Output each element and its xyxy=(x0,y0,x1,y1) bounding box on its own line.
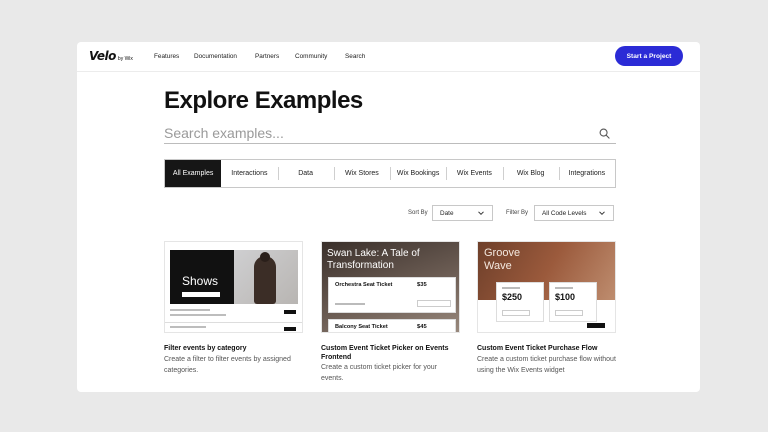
search-bar xyxy=(164,122,616,144)
start-project-button[interactable]: Start a Project xyxy=(615,46,683,66)
card-thumbnail[interactable]: Shows xyxy=(164,241,303,333)
tab-data[interactable]: Data xyxy=(277,160,334,187)
ticket-price-box: $100 xyxy=(549,282,597,322)
ticket-price: $45 xyxy=(417,324,427,330)
thumb-event-title: Swan Lake: A Tale of Transformation xyxy=(327,248,420,271)
search-icon[interactable] xyxy=(599,128,610,139)
card-title[interactable]: Custom Event Ticket Purchase Flow xyxy=(477,344,616,353)
ticket-name: Balcony Seat Ticket xyxy=(335,324,388,330)
thumb-divider xyxy=(165,322,302,323)
thumb-event-title: Groove Wave xyxy=(484,247,521,272)
chevron-down-icon xyxy=(599,211,605,216)
tab-all-examples[interactable]: All Examples xyxy=(165,160,222,187)
browser-window: Velo by Wix Features Documentation Partn… xyxy=(77,42,700,392)
thumb-banner: Shows xyxy=(170,250,234,304)
search-input[interactable] xyxy=(164,124,584,142)
sort-select[interactable]: Date xyxy=(432,205,493,221)
ticket-label-line xyxy=(502,287,520,289)
sort-value: Date xyxy=(440,209,454,217)
card-thumbnail[interactable]: Groove Wave $250 $100 xyxy=(477,241,616,333)
top-nav: Velo by Wix Features Documentation Partn… xyxy=(77,42,700,72)
ticket-price: $100 xyxy=(555,292,576,302)
nav-link-search[interactable]: Search xyxy=(345,53,365,60)
tab-wix-bookings[interactable]: Wix Bookings xyxy=(390,160,446,187)
ticket-option: Balcony Seat Ticket $45 xyxy=(328,319,456,332)
thumb-text-line xyxy=(170,326,206,328)
nav-link-features[interactable]: Features xyxy=(154,53,179,60)
logo-wordmark: Velo xyxy=(89,49,116,63)
category-tabs: All Examples Interactions Data Wix Store… xyxy=(164,159,616,188)
thumb-text-line xyxy=(170,309,210,311)
tab-integrations[interactable]: Integrations xyxy=(558,160,615,187)
thumb-mini-button xyxy=(284,327,296,331)
ticket-quantity-field xyxy=(417,300,451,307)
tab-wix-events[interactable]: Wix Events xyxy=(446,160,502,187)
card-description: Create a filter to filter events by assi… xyxy=(164,356,291,374)
tab-interactions[interactable]: Interactions xyxy=(221,160,277,187)
ticket-name: Orchestra Seat Ticket xyxy=(335,282,393,288)
filter-value: All Code Levels xyxy=(542,209,587,217)
thumb-mini-button xyxy=(284,310,296,314)
performer-figure xyxy=(254,256,276,304)
ticket-price-box: $250 xyxy=(496,282,544,322)
ticket-price: $250 xyxy=(502,292,523,302)
velo-logo[interactable]: Velo by Wix xyxy=(89,49,133,63)
ticket-label-line xyxy=(555,287,573,289)
performer-head xyxy=(260,252,270,262)
card-title[interactable]: Custom Event Ticket Picker on Events Fro… xyxy=(321,344,460,362)
nav-link-partners[interactable]: Partners xyxy=(255,53,279,60)
ticket-meta-line xyxy=(335,303,365,305)
thumb-checkout-button xyxy=(587,323,605,328)
thumb-banner-title: Shows xyxy=(182,274,219,288)
ticket-option: Orchestra Seat Ticket $35 xyxy=(328,277,456,313)
tab-wix-stores[interactable]: Wix Stores xyxy=(333,160,390,187)
sort-label: Sort By xyxy=(408,210,428,216)
ticket-quantity-field xyxy=(502,310,530,316)
filter-label: Filter By xyxy=(506,210,529,216)
tab-wix-blog[interactable]: Wix Blog xyxy=(502,160,559,187)
thumb-button xyxy=(182,292,220,297)
page-title: Explore Examples xyxy=(164,87,363,114)
ticket-price: $35 xyxy=(417,282,427,288)
logo-byline: by Wix xyxy=(117,56,133,62)
chevron-down-icon xyxy=(478,211,484,216)
ticket-quantity-field xyxy=(555,310,583,316)
card-description: Create a custom ticket picker for your e… xyxy=(321,364,437,382)
card-thumbnail[interactable]: Swan Lake: A Tale of Transformation Orch… xyxy=(321,241,460,333)
thumb-text-line xyxy=(170,314,226,316)
card-title[interactable]: Filter events by category xyxy=(164,344,303,353)
thumb-photo xyxy=(234,250,298,304)
filter-select[interactable]: All Code Levels xyxy=(534,205,614,221)
nav-link-documentation[interactable]: Documentation xyxy=(194,53,237,60)
nav-link-community[interactable]: Community xyxy=(295,53,327,60)
card-description: Create a custom ticket purchase flow wit… xyxy=(477,356,616,374)
